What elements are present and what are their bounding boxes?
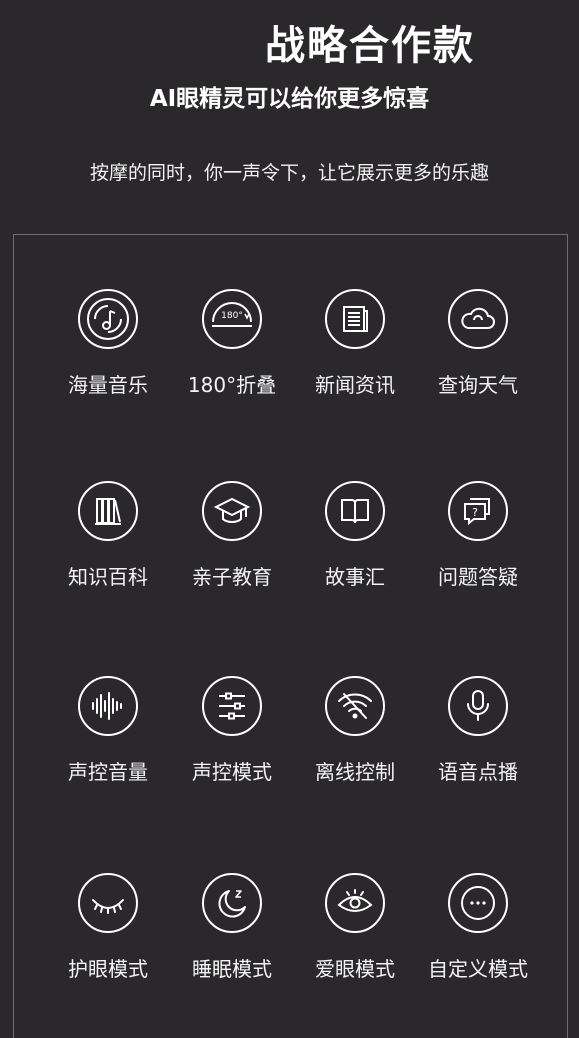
books-icon [77,480,139,542]
weather-cloud-icon [447,288,509,350]
feature-education: 亲子教育 [170,480,294,620]
feature-sleep: 睡眠模式 [170,872,294,1012]
fold-180-icon: 180° [201,288,263,350]
closed-eye-icon [77,872,139,934]
page-subtitle: AI眼精灵可以给你更多惊喜 [149,86,430,112]
feature-weather: 查询天气 [416,288,540,428]
svg-text:?: ? [472,506,478,519]
feature-voice-volume: 声控音量 [46,675,170,815]
wifi-off-icon [324,675,386,737]
music-disc-icon [77,288,139,350]
feature-voice-mode: 声控模式 [170,675,294,815]
more-dots-icon [447,872,509,934]
feature-music: 海量音乐 [46,288,170,428]
news-icon [324,288,386,350]
feature-news: 新闻资讯 [293,288,417,428]
feature-label: 问题答疑 [438,565,518,589]
feature-label: 海量音乐 [68,373,148,397]
page-description: 按摩的同时，你一声令下，让它展示更多的乐趣 [89,162,489,184]
feature-fold: 180° 180°折叠 [170,288,294,428]
feature-label: 新闻资讯 [315,373,395,397]
graduation-cap-icon [201,480,263,542]
feature-label: 知识百科 [68,565,148,589]
feature-label: 睡眠模式 [192,957,272,981]
feature-eye-love: 爱眼模式 [293,872,417,1012]
feature-label: 自定义模式 [428,957,528,981]
open-eye-icon [324,872,386,934]
feature-label: 故事汇 [325,565,385,589]
feature-panel: 海量音乐 180° 180°折叠 新闻资讯 查询天气 知识百科 亲子教育 故事汇… [13,234,568,1038]
feature-voice-on-demand: 语音点播 [416,675,540,815]
feature-label: 语音点播 [438,760,518,784]
sound-wave-icon [77,675,139,737]
feature-label: 查询天气 [438,373,518,397]
feature-label: 离线控制 [315,760,395,784]
svg-text:180°: 180° [221,311,243,321]
feature-label: 爱眼模式 [315,957,395,981]
question-chat-icon: ? [447,480,509,542]
feature-label: 护眼模式 [68,957,148,981]
feature-qa: ? 问题答疑 [416,480,540,620]
feature-label: 声控音量 [68,760,148,784]
page-title: 战略合作款 [265,23,475,69]
moon-sleep-icon [201,872,263,934]
microphone-icon [447,675,509,737]
feature-label: 180°折叠 [187,373,277,397]
feature-label: 亲子教育 [192,565,272,589]
feature-stories: 故事汇 [293,480,417,620]
feature-label: 声控模式 [192,760,272,784]
feature-offline-control: 离线控制 [293,675,417,815]
open-book-icon [324,480,386,542]
feature-encyclopedia: 知识百科 [46,480,170,620]
sliders-icon [201,675,263,737]
feature-eye-care: 护眼模式 [46,872,170,1012]
feature-custom-mode: 自定义模式 [416,872,540,1012]
